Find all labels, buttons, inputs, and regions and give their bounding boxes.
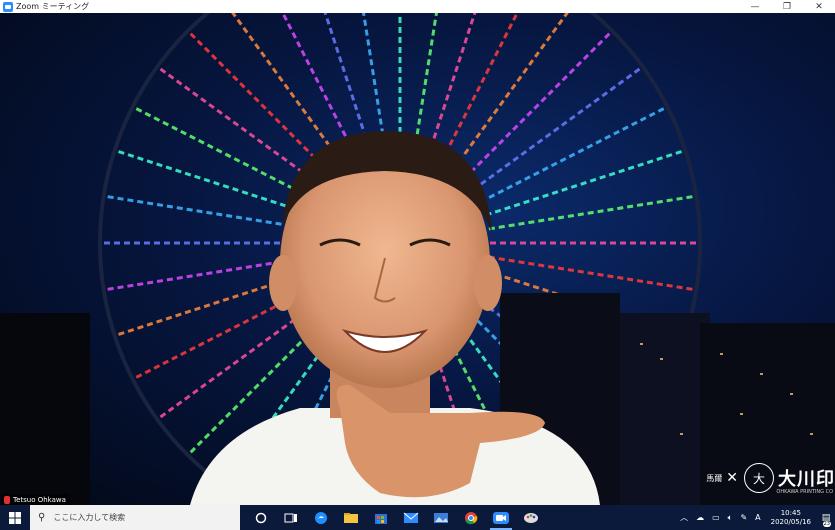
brand-cross: ✕ xyxy=(726,470,738,486)
wheel-spoke xyxy=(468,252,697,292)
window-title: Zoom ミーティング xyxy=(16,2,90,11)
window-title-bar: Zoom ミーティング — ❐ ✕ xyxy=(0,0,835,13)
brand-sub-text: 馬爾 xyxy=(706,473,723,483)
minimize-button[interactable]: — xyxy=(739,0,771,13)
maximize-button[interactable]: ❐ xyxy=(771,0,803,13)
mic-muted-icon xyxy=(4,495,10,504)
paint-app-icon[interactable] xyxy=(516,505,546,530)
windows-logo-icon xyxy=(9,511,21,524)
brand-english-name: OHKAWA PRINTING CO xyxy=(776,489,833,495)
photos-app-icon[interactable] xyxy=(426,505,456,530)
notification-count-badge: 23 xyxy=(822,521,831,527)
windows-taskbar: ⚲ ここに入力して検索 ︿ ☁ ▭ 🔈︎ ✎ A 10:45 2020/05/1… xyxy=(0,505,835,530)
zoom-logo-icon xyxy=(3,1,13,12)
virtual-background-ferris-wheel xyxy=(0,13,835,505)
clock-date: 2020/05/16 xyxy=(770,517,811,526)
task-view-icon[interactable] xyxy=(276,505,306,530)
close-button[interactable]: ✕ xyxy=(803,0,835,13)
clock-time: 10:45 xyxy=(780,508,801,517)
brand-watermark: 馬爾 ✕ 大 大川印 OHKAWA PRINTING CO xyxy=(706,463,835,495)
participant-name-tag: Tetsuo Ohkawa xyxy=(2,494,70,505)
action-center-button[interactable]: ▤ 23 xyxy=(817,505,835,530)
pen-icon[interactable]: ✎ xyxy=(740,513,747,522)
participant-name: Tetsuo Ohkawa xyxy=(13,495,66,504)
zoom-app-icon[interactable] xyxy=(486,505,516,530)
wheel-spoke xyxy=(448,29,614,195)
wheel-spoke xyxy=(466,148,686,223)
brand-seal-logo: 大 xyxy=(744,463,774,493)
onedrive-cloud-icon[interactable]: ☁ xyxy=(696,513,704,522)
start-button[interactable] xyxy=(0,505,30,530)
brand-name: 大川印 xyxy=(778,469,835,490)
cortana-icon[interactable] xyxy=(246,505,276,530)
volume-icon[interactable]: 🔈︎ xyxy=(728,513,733,523)
search-icon: ⚲ xyxy=(38,512,46,523)
video-feed[interactable]: Tetsuo Ohkawa 馬爾 ✕ 大 大川印 OHKAWA PRINTING… xyxy=(0,13,835,505)
edge-browser-icon[interactable] xyxy=(306,505,336,530)
tray-chevron-up-icon[interactable]: ︿ xyxy=(680,512,688,523)
file-explorer-icon[interactable] xyxy=(336,505,366,530)
taskbar-search-box[interactable]: ⚲ ここに入力して検索 xyxy=(30,505,240,530)
chrome-browser-icon[interactable] xyxy=(456,505,486,530)
taskbar-clock[interactable]: 10:45 2020/05/16 xyxy=(771,509,811,527)
network-icon[interactable]: ▭ xyxy=(712,513,720,522)
wheel-spoke xyxy=(468,194,697,234)
microsoft-store-icon[interactable] xyxy=(366,505,396,530)
ime-indicator[interactable]: A xyxy=(755,513,760,522)
search-placeholder: ここに入力して検索 xyxy=(53,513,126,522)
mail-icon[interactable] xyxy=(396,505,426,530)
